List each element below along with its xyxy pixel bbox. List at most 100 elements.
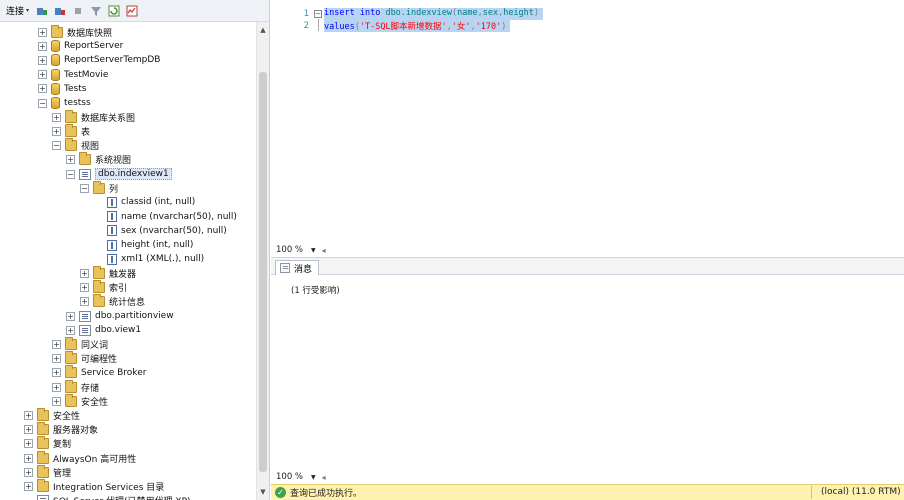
tree-node[interactable]: + Tests — [38, 82, 86, 96]
code-line[interactable]: values('T-SQL脚本新增数据','女','170') — [324, 20, 511, 32]
tree-node[interactable]: + 数据库快照 — [38, 24, 112, 39]
tree-node[interactable]: + dbo.view1 — [66, 323, 141, 337]
tree-node[interactable]: + 统计信息 — [80, 294, 146, 309]
folder-icon — [93, 265, 105, 279]
folder-icon — [79, 152, 91, 166]
query-editor[interactable]: 1 2 − insert into dbo.indexview(name,sex… — [271, 0, 904, 255]
scroll-left-icon[interactable]: ◂ — [322, 246, 326, 255]
expand-icon[interactable]: + — [24, 439, 33, 449]
expand-icon[interactable]: + — [24, 453, 33, 463]
tree-node[interactable]: + ReportServerTempDB — [38, 53, 160, 67]
expand-icon[interactable]: + — [52, 396, 61, 406]
expand-icon[interactable]: + — [52, 126, 61, 136]
tree-node[interactable]: − 列 — [80, 180, 118, 195]
editor-zoom-value[interactable]: 100 % — [276, 245, 303, 255]
expand-icon[interactable]: + — [66, 155, 75, 165]
messages-pane[interactable]: (1 行受影响) 100 % ▼ ◂ — [271, 276, 904, 482]
tree-node[interactable]: SQL Server 代理(已禁用代理 XP) — [24, 494, 191, 500]
editor-zoom-control[interactable]: 100 % ▼ ◂ — [276, 243, 326, 257]
tree-node[interactable]: + 数据库关系图 — [52, 109, 135, 124]
tree-node[interactable]: + dbo.partitionview — [66, 309, 174, 323]
scroll-up-icon[interactable]: ▲ — [257, 24, 269, 36]
collapse-icon[interactable]: − — [38, 98, 47, 108]
tree-node-label: 管理 — [53, 468, 72, 479]
tree-node[interactable]: + Integration Services 目录 — [24, 478, 164, 493]
expand-icon[interactable]: + — [52, 368, 61, 378]
refresh-icon[interactable] — [107, 4, 121, 18]
tree-node[interactable]: + 存储 — [52, 379, 99, 394]
tree-node-label: 安全性 — [53, 411, 81, 422]
tree-node[interactable]: + 服务器对象 — [24, 422, 98, 437]
tree-node[interactable]: + TestMovie — [38, 68, 108, 82]
expand-icon[interactable]: + — [52, 112, 61, 122]
folder-icon — [51, 24, 63, 38]
results-zoom-control[interactable]: 100 % ▼ ◂ — [276, 470, 326, 484]
tree-node[interactable]: height (int, null) — [94, 238, 193, 252]
tree-node-label: 统计信息 — [109, 298, 146, 309]
expand-icon[interactable]: + — [52, 339, 61, 349]
expand-icon[interactable]: + — [66, 325, 75, 335]
expand-icon[interactable]: + — [66, 311, 75, 321]
expand-icon[interactable]: + — [38, 84, 47, 94]
expand-icon[interactable]: + — [80, 283, 89, 293]
collapse-icon[interactable]: − — [80, 183, 89, 193]
tree-node[interactable]: xml1 (XML(.), null) — [94, 252, 204, 266]
scroll-left-icon[interactable]: ◂ — [322, 473, 326, 482]
folder-icon — [65, 123, 77, 137]
connect-dropdown-arrow[interactable]: ▾ — [26, 7, 29, 14]
tree-node[interactable]: − testss — [38, 96, 91, 110]
disconnect-server-icon[interactable] — [53, 4, 67, 18]
tree-node[interactable]: − dbo.indexview1 — [66, 167, 172, 181]
tree-node[interactable]: + 管理 — [24, 464, 72, 479]
explorer-scrollbar[interactable]: ▲ ▼ — [256, 22, 269, 500]
connect-server-icon[interactable] — [35, 4, 49, 18]
scroll-down-icon[interactable]: ▼ — [257, 486, 269, 498]
expand-icon[interactable]: + — [38, 55, 47, 65]
tree-node[interactable]: + 索引 — [80, 280, 127, 295]
results-zoom-value[interactable]: 100 % — [276, 472, 303, 482]
activity-monitor-icon[interactable] — [125, 4, 139, 18]
chevron-down-icon[interactable]: ▼ — [311, 247, 316, 254]
tree-node[interactable]: + 系统视图 — [66, 152, 131, 167]
tree-node-label: xml1 (XML(.), null) — [121, 254, 205, 265]
tree-node[interactable]: + 触发器 — [80, 265, 136, 280]
tree-node[interactable]: name (nvarchar(50), null) — [94, 210, 237, 224]
tree-node[interactable]: + 安全性 — [24, 407, 81, 422]
tree-node[interactable]: + 表 — [52, 123, 91, 138]
tree-node[interactable]: + 复制 — [24, 436, 71, 451]
connect-button[interactable]: 连接 — [6, 4, 24, 17]
expand-icon[interactable]: + — [24, 425, 33, 435]
database-icon — [51, 40, 60, 53]
chevron-down-icon[interactable]: ▼ — [311, 474, 316, 481]
tree-node[interactable]: classid (int, null) — [94, 195, 195, 209]
expand-icon[interactable]: + — [80, 268, 89, 278]
expand-icon[interactable]: + — [38, 41, 47, 51]
expand-icon[interactable]: + — [24, 410, 33, 420]
tree-node[interactable]: + AlwaysOn 高可用性 — [24, 450, 136, 465]
collapse-toggle[interactable]: − — [314, 10, 322, 18]
expand-icon[interactable]: + — [38, 27, 47, 37]
expand-icon[interactable]: + — [80, 297, 89, 307]
tree-node[interactable]: + 同义词 — [52, 336, 108, 351]
expand-icon[interactable]: + — [52, 354, 61, 364]
tree-node-label: 表 — [81, 127, 91, 138]
expand-icon[interactable]: + — [24, 467, 33, 477]
tree-node[interactable]: + 可编程性 — [52, 351, 117, 366]
expand-icon[interactable]: + — [52, 382, 61, 392]
tree-node[interactable]: + 安全性 — [52, 393, 108, 408]
code-line[interactable]: insert into dbo.indexview(name,sex,heigh… — [324, 8, 544, 20]
tree-node[interactable]: − 视图 — [52, 138, 99, 153]
filter-icon[interactable] — [89, 4, 103, 18]
collapse-icon[interactable]: − — [52, 141, 61, 151]
expand-icon[interactable]: + — [38, 70, 47, 80]
tree-node[interactable]: + Service Broker — [52, 365, 146, 380]
code-token: sex — [482, 8, 499, 18]
expand-icon[interactable]: + — [24, 481, 33, 491]
tree-node[interactable]: sex (nvarchar(50), null) — [94, 224, 227, 238]
tab-messages[interactable]: 消息 — [275, 260, 320, 275]
explorer-toolbar: 连接 ▾ — [0, 0, 269, 22]
collapse-icon[interactable]: − — [66, 169, 75, 179]
tree-node[interactable]: + ReportServer — [38, 39, 123, 53]
scrollbar-thumb[interactable] — [259, 72, 267, 472]
stop-icon[interactable] — [71, 4, 85, 18]
